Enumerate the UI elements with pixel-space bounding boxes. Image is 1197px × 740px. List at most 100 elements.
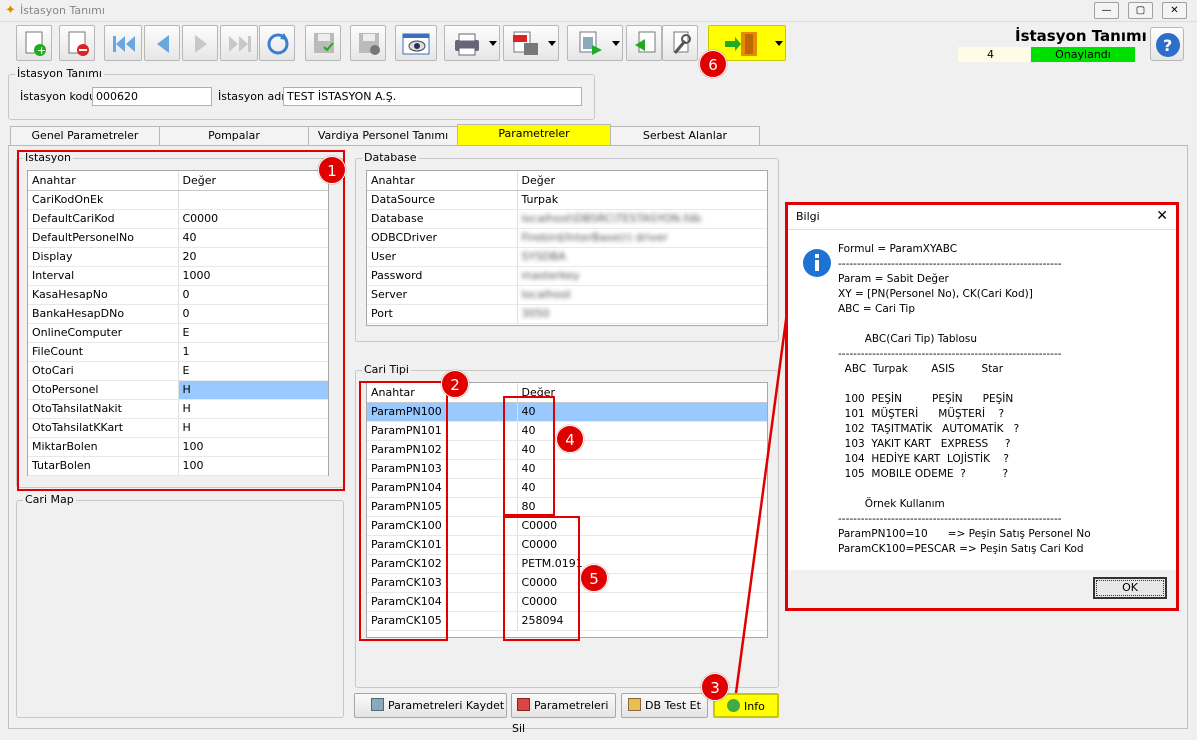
window-title: İstasyon Tanımı xyxy=(20,4,105,17)
save-params-icon xyxy=(371,698,384,711)
delete-record-button[interactable] xyxy=(59,25,95,61)
param-value-cell[interactable]: SYSDBA xyxy=(517,247,767,267)
param-value-cell[interactable]: 3050 xyxy=(517,304,767,324)
next-record-button[interactable] xyxy=(182,25,218,61)
save-parameters-label: Parametreleri Kaydet xyxy=(388,699,505,712)
table-row[interactable]: User SYSDBA xyxy=(367,247,767,267)
table-row[interactable]: ODBCDriver Firebird/InterBase(r) driver xyxy=(367,228,767,248)
info-icon xyxy=(727,699,740,712)
param-key-cell[interactable]: Database xyxy=(367,209,518,229)
table-row[interactable]: Port 3050 xyxy=(367,304,767,324)
tab-general-parameters[interactable]: Genel Parametreler xyxy=(10,126,160,146)
table-row[interactable]: Password masterkey xyxy=(367,266,767,286)
status-badge: Onaylandı xyxy=(1031,47,1135,62)
param-key-cell[interactable]: Server xyxy=(367,285,518,305)
previous-record-button[interactable] xyxy=(144,25,180,61)
annotation-badge-6: 6 xyxy=(699,50,727,78)
table-row[interactable]: Database localhost\DBSRC\TESTASYON.fdb xyxy=(367,209,767,229)
param-key-cell[interactable]: Password xyxy=(367,266,518,286)
dialog-title: Bilgi xyxy=(796,210,820,223)
station-code-label: İstasyon kodu xyxy=(20,90,97,103)
export-button[interactable] xyxy=(567,25,623,61)
info-dialog: Bilgi ✕ Formul = ParamXYABC ------------… xyxy=(785,202,1179,611)
printer-icon xyxy=(455,33,479,56)
window-titlebar: ✦ İstasyon Tanımı — ▢ ✕ xyxy=(0,0,1197,22)
info-circle-icon xyxy=(803,249,831,277)
floppy-save-icon xyxy=(314,33,334,53)
station-code-field[interactable]: 000620 xyxy=(92,87,212,106)
param-value-cell[interactable]: Firebird/InterBase(r) driver xyxy=(517,228,767,248)
print-button[interactable] xyxy=(444,25,500,61)
station-name-field[interactable]: TEST İSTASYON A.Ş. xyxy=(283,87,582,106)
param-key-cell[interactable]: Port xyxy=(367,304,518,324)
db-test-icon xyxy=(628,698,641,711)
param-value-cell[interactable]: localhost\DBSRC\TESTASYON.fdb xyxy=(517,209,767,229)
table-row[interactable]: DataSource Turpak xyxy=(367,190,767,210)
column-header-value[interactable]: Değer xyxy=(517,171,767,191)
new-record-button[interactable]: + xyxy=(16,25,52,61)
refresh-icon xyxy=(267,33,289,55)
next-icon xyxy=(195,35,207,53)
first-record-button[interactable] xyxy=(104,25,142,61)
page-title: İstasyon Tanımı xyxy=(1015,27,1147,45)
delete-parameters-button[interactable]: Parametreleri Sil xyxy=(511,693,616,735)
annotation-badge-1: 1 xyxy=(318,156,346,184)
cari-map-group: Cari Map xyxy=(16,493,344,718)
annotation-badge-4: 4 xyxy=(556,425,584,453)
help-icon: ? xyxy=(1156,33,1180,57)
import-button[interactable] xyxy=(626,25,662,61)
pdf-export-icon xyxy=(513,31,538,55)
param-key-cell[interactable]: ODBCDriver xyxy=(367,228,518,248)
save-button[interactable] xyxy=(305,25,341,61)
cancel-save-button[interactable] xyxy=(350,25,386,61)
minimize-button[interactable]: — xyxy=(1094,2,1119,19)
dialog-ok-button[interactable]: OK xyxy=(1093,577,1167,599)
dialog-body: Formul = ParamXYABC --------------------… xyxy=(788,230,1176,570)
app-butterfly-icon: ✦ xyxy=(5,3,16,18)
tab-shift-personnel[interactable]: Vardiya Personel Tanımı xyxy=(308,126,458,146)
annotation-box-keys xyxy=(359,381,448,641)
maximize-button[interactable]: ▢ xyxy=(1128,2,1153,19)
station-name-label: İstasyon adı xyxy=(218,90,285,103)
annotation-badge-2: 2 xyxy=(441,370,469,398)
import-doc-icon xyxy=(635,31,656,53)
annotation-box-ck-values xyxy=(503,516,580,641)
database-parameter-grid[interactable]: Anahtar Değer DataSource Turpak Database loca… xyxy=(366,170,768,326)
export-pdf-button[interactable] xyxy=(503,25,559,61)
delete-params-icon xyxy=(517,698,530,711)
close-window-button[interactable]: ✕ xyxy=(1162,2,1187,19)
param-value-cell[interactable]: localhost xyxy=(517,285,767,305)
table-row[interactable]: Server localhost xyxy=(367,285,767,305)
tab-parameters[interactable]: Parametreler xyxy=(457,124,611,146)
annotation-box-istasyon xyxy=(17,150,345,491)
export-doc-icon xyxy=(579,31,602,55)
database-group-label: Database xyxy=(362,151,419,164)
db-test-button[interactable]: DB Test Et xyxy=(621,693,708,718)
last-icon xyxy=(229,36,251,52)
last-record-button[interactable] xyxy=(220,25,258,61)
dialog-close-icon[interactable]: ✕ xyxy=(1156,208,1168,224)
previous-icon xyxy=(157,35,169,53)
dialog-message: Formul = ParamXYABC --------------------… xyxy=(838,243,1091,555)
preview-button[interactable] xyxy=(395,25,437,61)
help-button[interactable]: ? xyxy=(1150,27,1184,61)
record-count: 4 xyxy=(958,47,1030,62)
param-value-cell[interactable]: Turpak xyxy=(517,190,767,210)
refresh-button[interactable] xyxy=(259,25,295,61)
station-group-label: İstasyon Tanımı xyxy=(15,67,104,80)
tab-pumps[interactable]: Pompalar xyxy=(159,126,309,146)
preview-eye-icon xyxy=(402,33,430,55)
cari-tipi-group-label: Cari Tipi xyxy=(362,363,411,376)
svg-text:?: ? xyxy=(1163,36,1172,55)
param-key-cell[interactable]: User xyxy=(367,247,518,267)
column-header-key[interactable]: Anahtar xyxy=(367,171,518,191)
settings-tools-button[interactable] xyxy=(662,25,698,61)
param-key-cell[interactable]: DataSource xyxy=(367,190,518,210)
svg-text:+: + xyxy=(37,44,46,57)
param-value-cell[interactable]: masterkey xyxy=(517,266,767,286)
new-doc-icon: + xyxy=(25,31,46,57)
exit-door-icon xyxy=(725,32,757,56)
save-parameters-button[interactable]: Parametreleri Kaydet xyxy=(354,693,507,718)
tab-free-fields[interactable]: Serbest Alanlar xyxy=(610,126,760,146)
annotation-box-pn-values xyxy=(503,396,555,516)
